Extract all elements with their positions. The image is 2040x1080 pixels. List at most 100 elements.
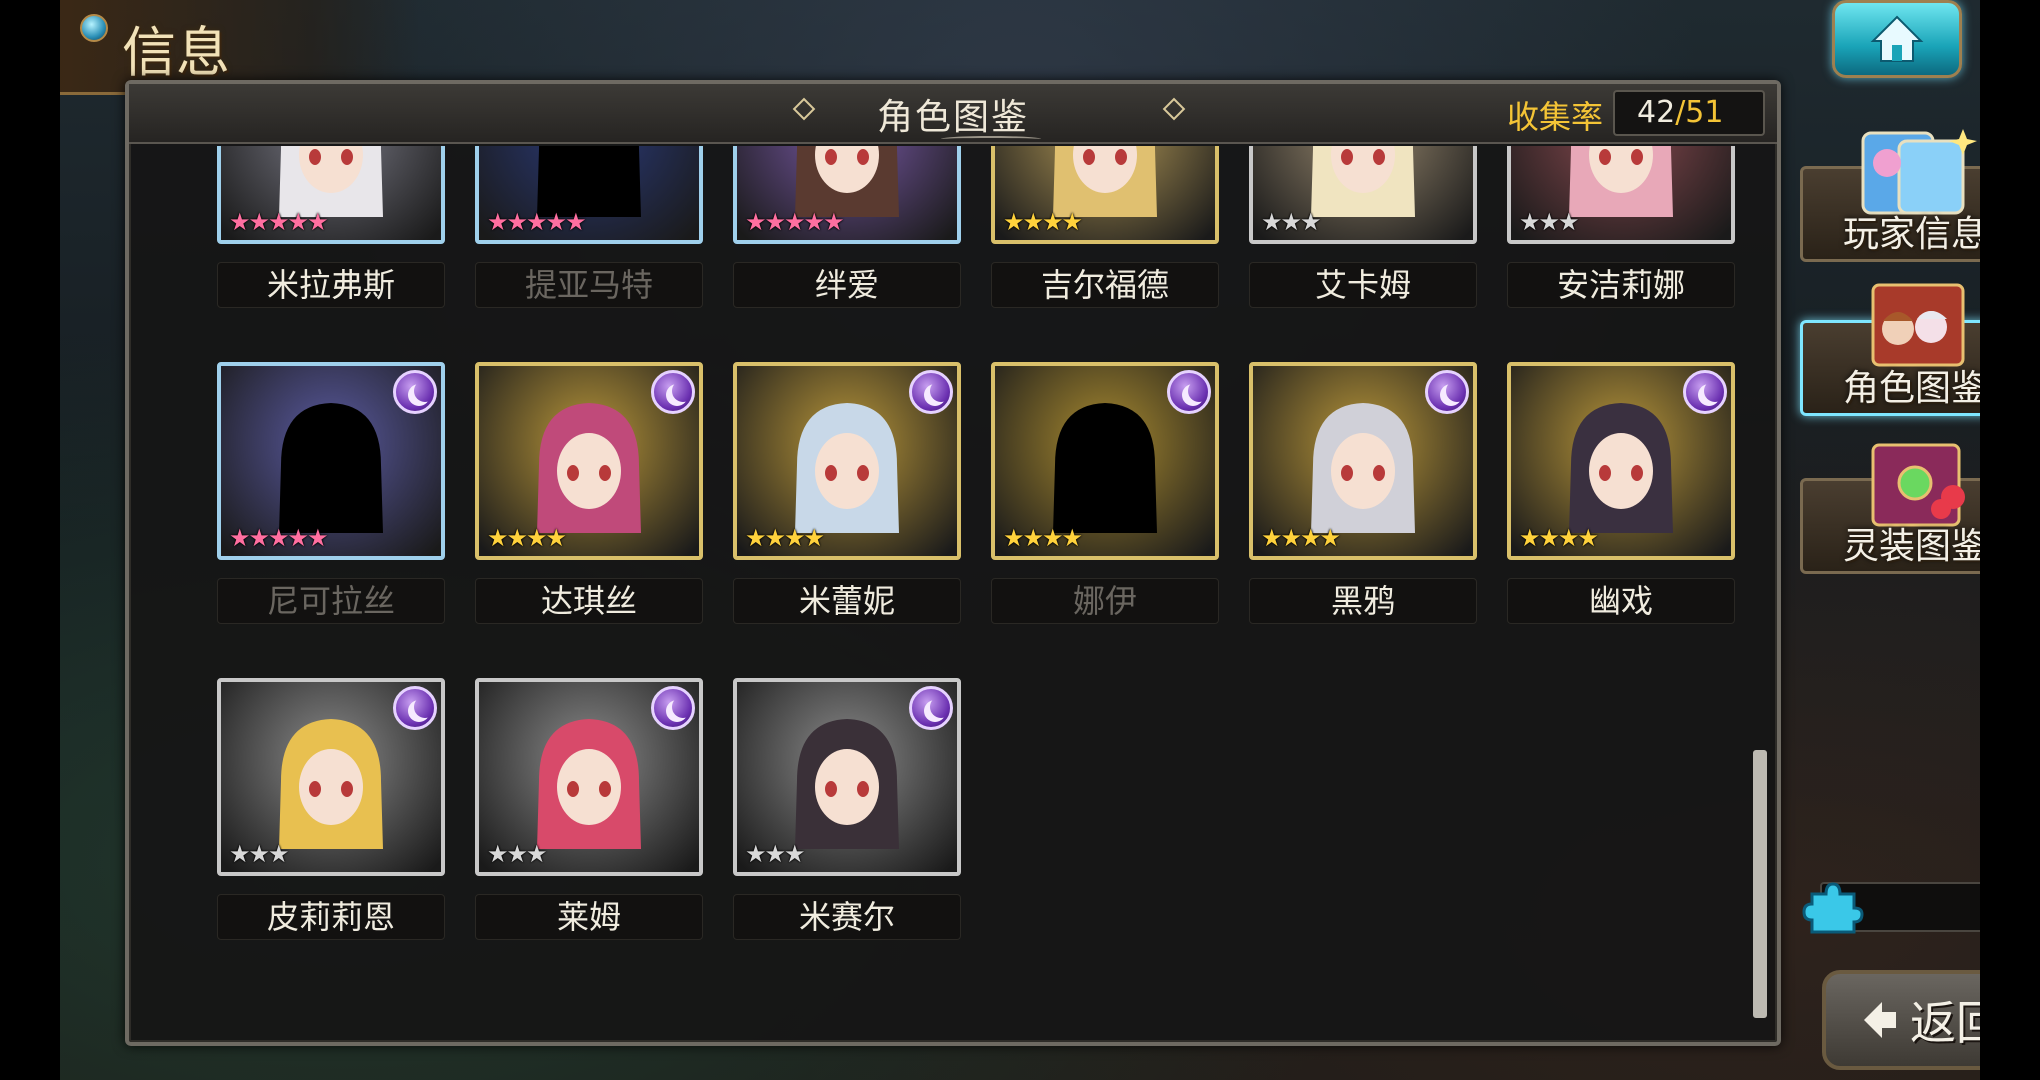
character-silhouette-icon [279, 718, 383, 849]
character-name: 绊爱 [733, 262, 961, 308]
character-portrait[interactable]: ★★★★★ [217, 362, 445, 560]
scrollbar-thumb[interactable] [1753, 750, 1767, 1018]
character-card[interactable]: ★★★★★ 提亚马特 [475, 146, 703, 308]
character-portrait[interactable]: ★★★★ [1507, 362, 1735, 560]
rarity-stars: ★★★★★ [229, 208, 329, 236]
character-name: 黑鸦 [1249, 578, 1477, 624]
panel-header: 角色图鉴 收集率 42/51 [129, 84, 1777, 144]
player-info-label: 玩家信息 [1842, 214, 1980, 255]
rarity-stars: ★★★★★ [229, 524, 329, 552]
character-portrait[interactable]: ★★★ [475, 678, 703, 876]
character-name: 米拉弗斯 [217, 262, 445, 308]
character-silhouette-icon [1569, 146, 1673, 217]
puzzle-piece-icon [1802, 882, 1864, 934]
equipment-codex-label: 灵装图鉴 [1842, 526, 1980, 567]
back-arrow-icon [1864, 1002, 1896, 1038]
title-ornament [941, 136, 1041, 142]
rarity-stars: ★★★★ [1003, 524, 1083, 552]
crescent-moon-icon [1425, 370, 1469, 414]
character-name: 皮莉莉恩 [217, 894, 445, 940]
character-silhouette-icon [1311, 402, 1415, 533]
crescent-moon-icon [651, 686, 695, 730]
collection-rate-value: 42/51 [1613, 90, 1765, 136]
crescent-moon-icon [909, 370, 953, 414]
character-silhouette-icon [795, 718, 899, 849]
rarity-stars: ★★★★ [745, 524, 825, 552]
character-name: 提亚马特 [475, 262, 703, 308]
rarity-stars: ★★★★ [1261, 524, 1341, 552]
character-card[interactable]: ★★★★★ 米拉弗斯 [217, 146, 445, 308]
character-card[interactable]: ★★★★★ 绊爱 [733, 146, 961, 308]
character-portrait[interactable]: ★★★ [1507, 146, 1735, 244]
character-card[interactable]: ★★★★★ 尼可拉丝 [217, 362, 445, 624]
character-name: 艾卡姆 [1249, 262, 1477, 308]
crescent-moon-icon [1167, 370, 1211, 414]
character-name: 娜伊 [991, 578, 1219, 624]
crescent-moon-icon [393, 370, 437, 414]
rarity-stars: ★★★ [1519, 208, 1580, 236]
collected-count: 42 [1637, 95, 1676, 130]
character-card[interactable]: ★★★ 米赛尔 [733, 678, 961, 940]
rarity-stars: ★★★★★ [487, 208, 587, 236]
character-name: 达琪丝 [475, 578, 703, 624]
character-silhouette-icon [537, 718, 641, 849]
gem-icon [80, 14, 108, 42]
character-card[interactable]: ★★★★ 米蕾妮 [733, 362, 961, 624]
character-name: 米蕾妮 [733, 578, 961, 624]
character-card[interactable]: ★★★★ 黑鸦 [1249, 362, 1477, 624]
crescent-moon-icon [651, 370, 695, 414]
character-silhouette-icon [279, 402, 383, 533]
character-card[interactable]: ★★★★ 吉尔福德 [991, 146, 1219, 308]
back-button[interactable]: 返回 [1822, 970, 1980, 1070]
character-card[interactable]: ★★★ 安洁莉娜 [1507, 146, 1735, 308]
home-icon [1870, 15, 1924, 62]
character-card[interactable]: ★★★★ 娜伊 [991, 362, 1219, 624]
character-portrait[interactable]: ★★★ [1249, 146, 1477, 244]
character-name: 安洁莉娜 [1507, 262, 1735, 308]
character-portrait[interactable]: ★★★★★ [217, 146, 445, 244]
character-name: 幽戏 [1507, 578, 1735, 624]
character-card[interactable]: ★★★ 皮莉莉恩 [217, 678, 445, 940]
character-codex-button[interactable]: 角色图鉴 [1800, 283, 1980, 416]
character-portrait[interactable]: ★★★★ [733, 362, 961, 560]
character-codex-panel: 角色图鉴 收集率 42/51 ★★★★★ 米拉弗斯 ★★★★★ 提亚马特 ★★★★★ 绊爱… [125, 80, 1781, 1046]
character-grid: ★★★★★ 米拉弗斯 ★★★★★ 提亚马特 ★★★★★ 绊爱 ★★★★ 吉尔福德 ★★★ 艾卡姆 ★… [129, 146, 1749, 1040]
character-portrait[interactable]: ★★★★ [1249, 362, 1477, 560]
player-info-button[interactable]: 玩家信息 [1800, 129, 1980, 262]
collection-slash: / [1675, 95, 1686, 130]
character-portrait[interactable]: ★★★★ [991, 146, 1219, 244]
character-card[interactable]: ★★★ 莱姆 [475, 678, 703, 940]
rarity-stars: ★★★★ [1003, 208, 1083, 236]
crescent-moon-icon [393, 686, 437, 730]
equipment-codex-button[interactable]: 灵装图鉴 [1800, 443, 1980, 574]
rarity-stars: ★★★ [487, 840, 548, 868]
character-portrait[interactable]: ★★★★ [991, 362, 1219, 560]
character-silhouette-icon [1053, 402, 1157, 533]
character-portrait[interactable]: ★★★★ [475, 362, 703, 560]
character-name: 吉尔福德 [991, 262, 1219, 308]
character-portrait[interactable]: ★★★★★ [475, 146, 703, 244]
collection-total: 51 [1685, 95, 1724, 130]
character-card[interactable]: ★★★★ 达琪丝 [475, 362, 703, 624]
character-silhouette-icon [795, 402, 899, 533]
character-card[interactable]: ★★★ 艾卡姆 [1249, 146, 1477, 308]
character-silhouette-icon [1311, 146, 1415, 217]
rarity-stars: ★★★★ [1519, 524, 1599, 552]
character-name: 莱姆 [475, 894, 703, 940]
character-portrait[interactable]: ★★★★★ [733, 146, 961, 244]
character-codex-label: 角色图鉴 [1842, 368, 1980, 409]
character-portrait[interactable]: ★★★ [733, 678, 961, 876]
collection-rate-label: 收集率 [1507, 98, 1604, 136]
home-button[interactable] [1832, 0, 1962, 78]
rarity-stars: ★★★★ [487, 524, 567, 552]
rarity-stars: ★★★ [1261, 208, 1322, 236]
back-label: 返回 [1910, 996, 1980, 1050]
crescent-moon-icon [1683, 370, 1727, 414]
character-card[interactable]: ★★★★ 幽戏 [1507, 362, 1735, 624]
character-name: 尼可拉丝 [217, 578, 445, 624]
game-screen: 信息 角色图鉴 收集率 42/51 ★★★★★ 米拉弗斯 ★★★★★ 提亚马特 ★★★★… [60, 0, 1980, 1080]
character-portrait[interactable]: ★★★ [217, 678, 445, 876]
character-silhouette-icon [537, 402, 641, 533]
character-name: 米赛尔 [733, 894, 961, 940]
rarity-stars: ★★★★★ [745, 208, 845, 236]
